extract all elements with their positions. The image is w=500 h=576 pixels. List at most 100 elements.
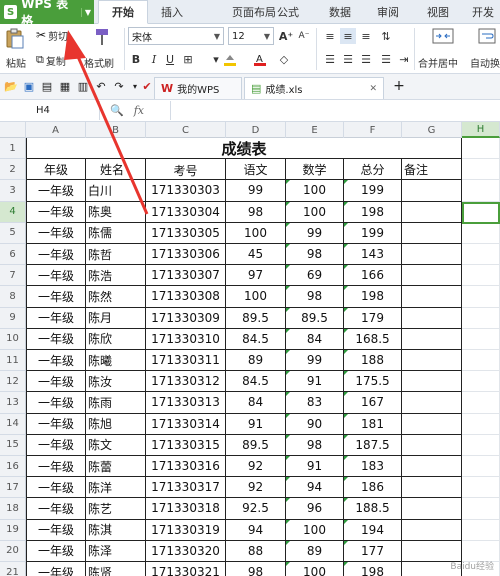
data-cell[interactable]: 171330313 <box>146 392 226 414</box>
data-cell[interactable]: 171330306 <box>146 244 226 266</box>
data-cell[interactable]: 99 <box>226 180 286 202</box>
data-cell[interactable]: 100 <box>286 519 344 541</box>
cell[interactable] <box>462 456 500 478</box>
cell[interactable] <box>462 392 500 414</box>
column-header-d[interactable]: D <box>226 122 286 138</box>
data-cell[interactable]: 一年级 <box>26 201 86 223</box>
doc-tab-grades[interactable]: ▤ 成绩.xls ✕ <box>244 77 384 99</box>
data-cell[interactable]: 171330309 <box>146 307 226 329</box>
row-header[interactable]: 17 <box>0 477 26 499</box>
data-cell[interactable]: 一年级 <box>26 328 86 350</box>
data-cell[interactable]: 183 <box>344 456 402 478</box>
data-cell[interactable]: 84.5 <box>226 371 286 393</box>
indent-icon[interactable]: ⇥ <box>396 51 412 67</box>
remark-cell[interactable] <box>402 519 462 541</box>
column-header-c[interactable]: C <box>146 122 226 138</box>
data-cell[interactable]: 一年级 <box>26 519 86 541</box>
row-header[interactable]: 9 <box>0 307 26 329</box>
data-cell[interactable]: 陈泽 <box>86 540 146 562</box>
cell[interactable] <box>462 350 500 372</box>
data-cell[interactable]: 一年级 <box>26 180 86 202</box>
data-cell[interactable]: 陈雨 <box>86 392 146 414</box>
data-cell[interactable]: 陈艺 <box>86 498 146 520</box>
row-header[interactable]: 21 <box>0 562 26 576</box>
data-cell[interactable]: 171330321 <box>146 562 226 576</box>
remark-cell[interactable] <box>402 244 462 266</box>
distribute-icon[interactable]: ☰ <box>378 51 394 67</box>
data-cell[interactable]: 100 <box>286 201 344 223</box>
tab-formulas[interactable]: 公式 <box>268 0 308 24</box>
row-header[interactable]: 15 <box>0 434 26 456</box>
copy-button[interactable]: ⧉ 复制 <box>36 52 66 68</box>
row-header[interactable]: 4 <box>0 201 26 223</box>
data-cell[interactable]: 187.5 <box>344 434 402 456</box>
cell[interactable] <box>462 328 500 350</box>
data-cell[interactable]: 100 <box>286 180 344 202</box>
data-cell[interactable]: 陈曦 <box>86 350 146 372</box>
fx-icon[interactable]: fx <box>134 104 144 117</box>
underline-icon[interactable]: U <box>162 51 178 67</box>
align-top-icon[interactable]: ≡ <box>322 28 338 44</box>
cell[interactable] <box>462 286 500 308</box>
remark-cell[interactable] <box>402 307 462 329</box>
column-header-g[interactable]: G <box>402 122 462 138</box>
border-icon[interactable]: ⊞ <box>180 51 196 67</box>
data-cell[interactable]: 白川 <box>86 180 146 202</box>
fill-color-icon[interactable] <box>222 51 238 67</box>
row-header[interactable]: 12 <box>0 371 26 393</box>
print-preview-icon[interactable]: ▦ <box>58 79 72 93</box>
data-cell[interactable]: 89.5 <box>226 307 286 329</box>
cell[interactable] <box>462 371 500 393</box>
format-painter-button[interactable]: 格式刷 <box>84 27 122 71</box>
data-cell[interactable]: 84.5 <box>226 328 286 350</box>
data-cell[interactable]: 陈奥 <box>86 201 146 223</box>
remark-cell[interactable] <box>402 222 462 244</box>
font-name-select[interactable]: 宋体 ▼ <box>128 27 224 45</box>
row-header[interactable]: 14 <box>0 413 26 435</box>
data-cell[interactable]: 171330304 <box>146 201 226 223</box>
data-cell[interactable]: 171330314 <box>146 413 226 435</box>
data-cell[interactable]: 171330317 <box>146 477 226 499</box>
column-header-b[interactable]: B <box>86 122 146 138</box>
column-header-e[interactable]: E <box>286 122 344 138</box>
merge-center-button[interactable]: 合并居中 <box>418 27 468 71</box>
tab-developer[interactable]: 开发 <box>466 0 500 24</box>
tab-data[interactable]: 数据 <box>320 0 360 24</box>
cell[interactable] <box>462 519 500 541</box>
print-icon[interactable]: ▤ <box>40 79 54 93</box>
remark-cell[interactable] <box>402 180 462 202</box>
italic-icon[interactable]: I <box>146 51 162 67</box>
data-cell[interactable]: 一年级 <box>26 477 86 499</box>
row-header[interactable]: 7 <box>0 265 26 287</box>
data-cell[interactable]: 143 <box>344 244 402 266</box>
tab-home[interactable]: 开始 <box>98 0 148 24</box>
tab-review[interactable]: 审阅 <box>368 0 408 24</box>
font-size-select[interactable]: 12 ▼ <box>228 27 274 45</box>
align-left-icon[interactable]: ☰ <box>322 51 338 67</box>
remark-cell[interactable] <box>402 477 462 499</box>
data-cell[interactable]: 陈欣 <box>86 328 146 350</box>
data-cell[interactable]: 89.5 <box>286 307 344 329</box>
data-cell[interactable]: 194 <box>344 519 402 541</box>
row-header[interactable]: 3 <box>0 180 26 202</box>
data-cell[interactable]: 91 <box>286 371 344 393</box>
data-cell[interactable]: 171330315 <box>146 434 226 456</box>
data-cell[interactable]: 198 <box>344 286 402 308</box>
column-header-a[interactable]: A <box>26 122 86 138</box>
data-cell[interactable]: 一年级 <box>26 540 86 562</box>
data-cell[interactable]: 171330312 <box>146 371 226 393</box>
data-cell[interactable]: 陈儒 <box>86 222 146 244</box>
data-cell[interactable]: 199 <box>344 222 402 244</box>
data-cell[interactable]: 167 <box>344 392 402 414</box>
row-header[interactable]: 1 <box>0 138 26 160</box>
data-cell[interactable]: 陈洋 <box>86 477 146 499</box>
zoom-icon[interactable]: 🔍 <box>110 104 124 117</box>
row-header[interactable]: 11 <box>0 350 26 372</box>
data-cell[interactable]: 98 <box>286 244 344 266</box>
data-cell[interactable]: 94 <box>226 519 286 541</box>
data-cell[interactable]: 92.5 <box>226 498 286 520</box>
data-cell[interactable]: 陈旭 <box>86 413 146 435</box>
remark-cell[interactable] <box>402 498 462 520</box>
row-header[interactable]: 6 <box>0 244 26 266</box>
data-cell[interactable]: 181 <box>344 413 402 435</box>
